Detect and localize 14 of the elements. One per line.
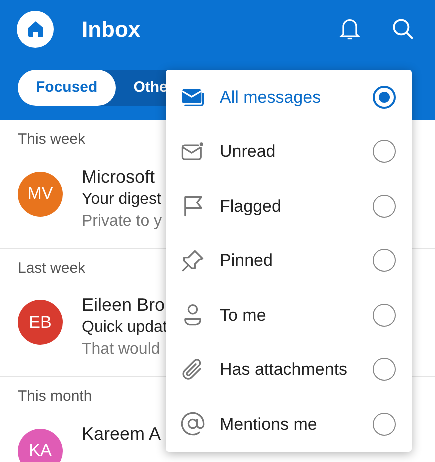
subject-text: Quick updat	[82, 318, 168, 338]
avatar: KA	[18, 428, 63, 462]
preview-text: That would	[82, 340, 162, 360]
avatar: MV	[18, 172, 63, 216]
section-heading: This month	[17, 387, 94, 407]
avatar: EB	[18, 300, 63, 345]
window-title: Inbox	[82, 16, 141, 44]
sender-name: Kareem A	[82, 422, 162, 446]
preview-text: Private to y	[82, 212, 162, 232]
sender-name: Microsoft	[82, 166, 156, 188]
section-heading: This week	[17, 130, 87, 150]
subject-text: Your digest	[82, 190, 162, 210]
section-heading: Last week	[17, 258, 87, 278]
sender-name: Eileen Bro	[82, 294, 166, 317]
